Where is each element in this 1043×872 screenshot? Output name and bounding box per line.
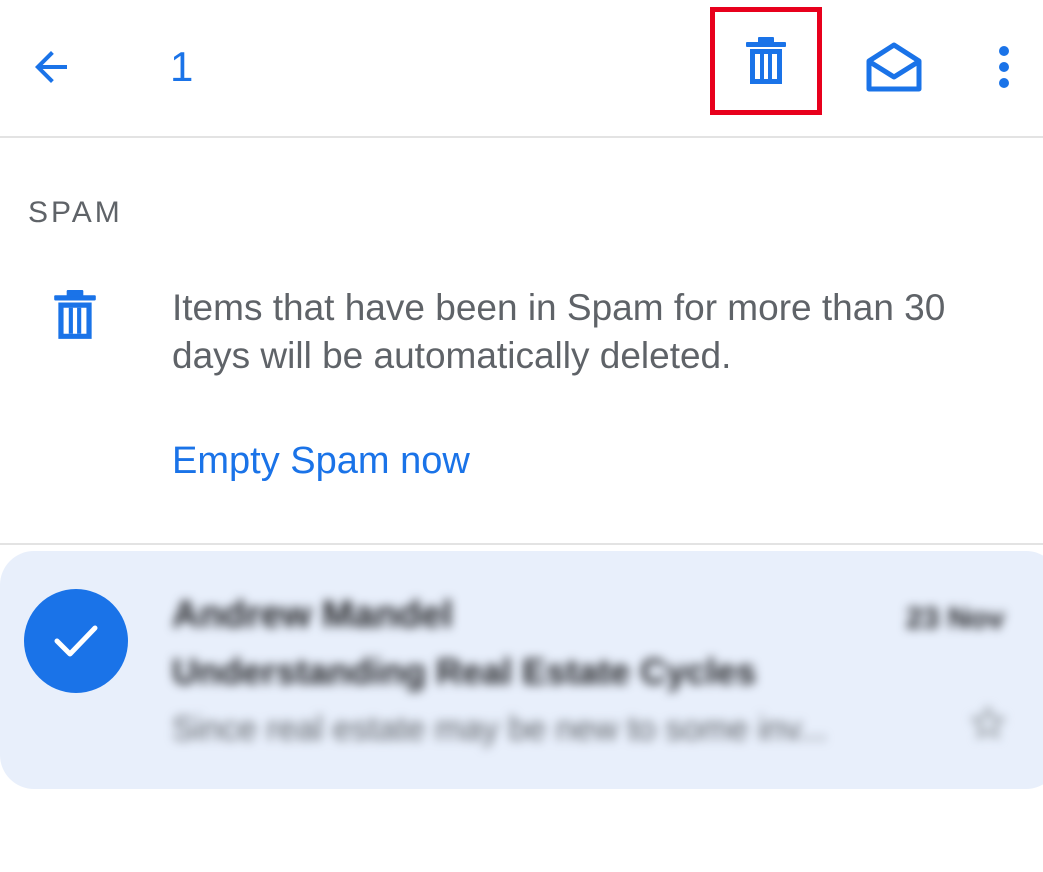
trash-icon bbox=[54, 290, 96, 339]
star-button[interactable] bbox=[964, 699, 1012, 747]
selected-check-avatar[interactable] bbox=[24, 589, 128, 693]
arrow-left-icon bbox=[35, 51, 67, 83]
selected-count: 1 bbox=[170, 43, 194, 90]
selection-action-bar: 1 bbox=[0, 0, 1043, 138]
folder-title: SPAM bbox=[28, 196, 123, 229]
check-icon bbox=[54, 625, 98, 657]
more-vert-icon bbox=[999, 46, 1009, 88]
message-date: 23 Nov bbox=[906, 602, 1005, 635]
message-row[interactable]: Andrew Mandel 23 Nov Understanding Real … bbox=[0, 551, 1043, 789]
back-button[interactable] bbox=[24, 40, 78, 94]
trash-icon bbox=[746, 37, 786, 84]
mark-as-read-button[interactable] bbox=[862, 38, 926, 96]
empty-spam-now-link[interactable]: Empty Spam now bbox=[172, 436, 470, 486]
star-outline-icon bbox=[971, 706, 1005, 739]
message-snippet: Since real estate may be new to some inv… bbox=[172, 710, 828, 748]
section-divider bbox=[0, 543, 1043, 545]
spam-info-trash-icon bbox=[52, 289, 98, 341]
envelope-open-icon bbox=[866, 42, 922, 92]
delete-button[interactable] bbox=[710, 7, 822, 115]
more-options-button[interactable] bbox=[984, 38, 1024, 96]
message-sender: Andrew Mandel bbox=[172, 594, 453, 636]
message-subject: Understanding Real Estate Cycles bbox=[172, 651, 757, 692]
spam-retention-notice: Items that have been in Spam for more th… bbox=[172, 287, 946, 376]
